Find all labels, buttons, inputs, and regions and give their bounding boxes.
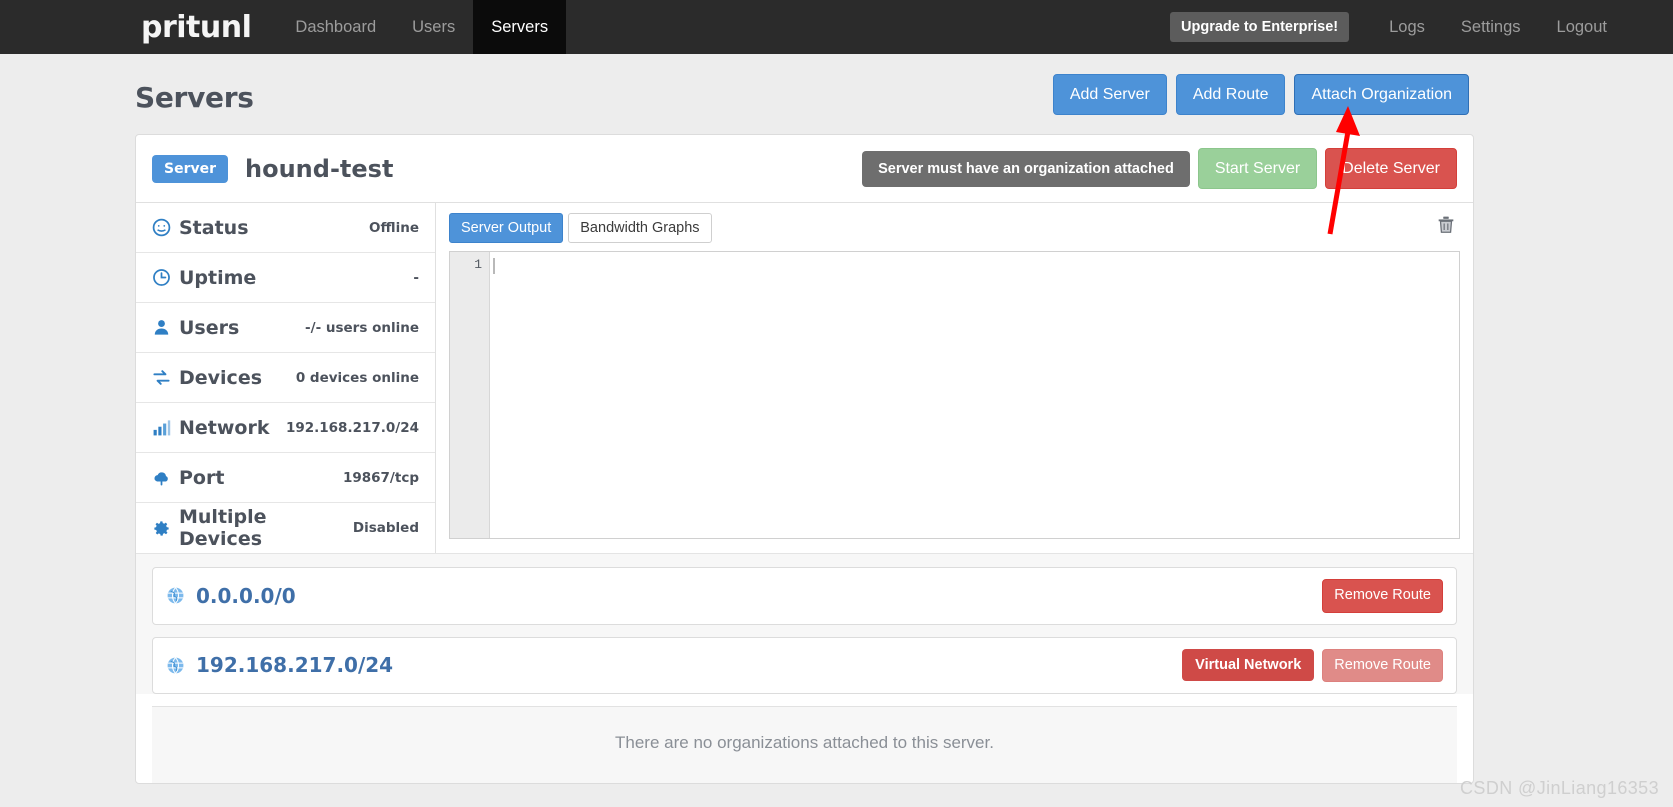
info-value-multiple-devices: Disabled <box>352 520 419 537</box>
route-network-label-0: 0.0.0.0/0 <box>196 583 296 608</box>
nav-link-servers[interactable]: Servers <box>473 0 567 54</box>
trash-icon[interactable] <box>1435 213 1457 235</box>
info-row-status: Status Offline <box>136 203 435 254</box>
remove-route-button-0[interactable]: Remove Route <box>1322 579 1443 613</box>
nav-link-logs[interactable]: Logs <box>1371 18 1443 37</box>
start-server-button[interactable]: Start Server <box>1197 148 1318 190</box>
editor-caret <box>493 258 495 275</box>
editor-line-numbers: 1 <box>450 252 490 539</box>
info-value-network: 192.168.217.0/24 <box>285 419 419 436</box>
signal-bars-icon <box>152 418 171 437</box>
info-value-port: 19867/tcp <box>342 469 419 486</box>
editor-content[interactable] <box>490 252 1459 538</box>
info-row-multiple-devices: Multiple Devices Disabled <box>136 503 435 553</box>
tab-bandwidth-graphs[interactable]: Bandwidth Graphs <box>568 213 712 244</box>
info-row-uptime: Uptime - <box>136 253 435 304</box>
info-value-devices: 0 devices online <box>295 369 419 386</box>
info-row-network: Network 192.168.217.0/24 <box>136 403 435 454</box>
info-row-users: Users -/- users online <box>136 303 435 354</box>
organizations-empty-message: There are no organizations attached to t… <box>152 705 1457 783</box>
route-network-1: 192.168.217.0/24 <box>166 653 393 677</box>
page-header: Servers Add Server Add Route Attach Orga… <box>0 54 1673 130</box>
info-label-port: Port <box>152 467 224 489</box>
output-tabs: Server Output Bandwidth Graphs <box>449 213 1460 244</box>
route-network-0: 0.0.0.0/0 <box>166 584 296 608</box>
info-label-status: Status <box>152 217 249 239</box>
cloud-upload-icon <box>152 468 171 487</box>
attach-organization-button[interactable]: Attach Organization <box>1294 74 1469 116</box>
info-label-devices: Devices <box>152 367 262 389</box>
clock-icon <box>152 268 171 287</box>
route-actions-1: Virtual Network Remove Route <box>1182 648 1443 682</box>
info-label-port-text: Port <box>179 466 225 489</box>
user-icon <box>152 318 171 337</box>
route-row: 192.168.217.0/24 Virtual Network Remove … <box>152 636 1457 694</box>
info-label-network-text: Network <box>179 416 270 439</box>
info-value-uptime: - <box>413 269 419 286</box>
info-label-users: Users <box>152 317 239 339</box>
globe-icon <box>166 586 185 605</box>
info-label-network: Network <box>152 417 269 439</box>
nav-link-users[interactable]: Users <box>394 0 473 54</box>
server-card-actions: Server must have an organization attache… <box>862 148 1457 190</box>
gear-icon <box>152 519 171 538</box>
server-card-header: Server hound-test Server must have an or… <box>136 135 1473 202</box>
info-value-status: Offline <box>369 219 419 236</box>
info-label-users-text: Users <box>179 316 240 339</box>
navbar-left-group: pritunl Dashboard Users Servers <box>0 0 567 54</box>
info-label-multiple-devices-text: Multiple Devices <box>179 506 267 551</box>
info-row-devices: Devices 0 devices online <box>136 353 435 404</box>
info-label-uptime: Uptime <box>152 267 256 289</box>
watermark: CSDN @JinLiang16353 <box>1460 778 1659 798</box>
pritunl-logo[interactable]: pritunl <box>141 0 277 54</box>
server-card: Server hound-test Server must have an or… <box>135 134 1474 784</box>
route-actions-0: Remove Route <box>1322 579 1443 613</box>
nav-link-settings[interactable]: Settings <box>1443 18 1539 37</box>
nav-link-logout[interactable]: Logout <box>1539 18 1625 37</box>
server-card-body: Status Offline Uptime - Users -/- users … <box>136 202 1473 554</box>
devices-exchange-icon <box>152 368 171 387</box>
delete-server-button[interactable]: Delete Server <box>1325 148 1457 190</box>
info-row-port: Port 19867/tcp <box>136 453 435 504</box>
server-alert-message: Server must have an organization attache… <box>862 150 1190 187</box>
route-network-label-1: 192.168.217.0/24 <box>196 653 394 678</box>
info-label-status-text: Status <box>179 216 249 239</box>
globe-icon <box>166 656 185 675</box>
info-label-multiple-devices: Multiple Devices <box>152 506 353 550</box>
info-label-uptime-text: Uptime <box>179 266 257 289</box>
info-label-devices-text: Devices <box>179 366 263 389</box>
navbar-right-group: Upgrade to Enterprise! Logs Settings Log… <box>1170 0 1673 54</box>
routes-list: 0.0.0.0/0 Remove Route 192.168.217.0/24 … <box>136 553 1473 694</box>
page-title: Servers <box>135 81 254 114</box>
remove-route-button-1[interactable]: Remove Route <box>1322 648 1443 682</box>
virtual-network-badge: Virtual Network <box>1182 649 1315 682</box>
top-navbar: pritunl Dashboard Users Servers Upgrade … <box>0 0 1673 54</box>
tab-server-output[interactable]: Server Output <box>449 213 564 244</box>
server-name: hound-test <box>245 154 394 183</box>
server-output-pane: Server Output Bandwidth Graphs 1 <box>436 203 1473 553</box>
add-route-button[interactable]: Add Route <box>1175 74 1286 116</box>
nav-link-dashboard[interactable]: Dashboard <box>277 0 394 54</box>
server-info-list: Status Offline Uptime - Users -/- users … <box>136 203 436 554</box>
page-action-buttons: Add Server Add Route Attach Organization <box>1052 74 1469 116</box>
server-output-editor[interactable]: 1 <box>449 251 1460 540</box>
app-root: pritunl Dashboard Users Servers Upgrade … <box>0 0 1673 807</box>
add-server-button[interactable]: Add Server <box>1052 74 1167 116</box>
route-row: 0.0.0.0/0 Remove Route <box>152 567 1457 625</box>
info-value-users: -/- users online <box>305 319 419 336</box>
server-type-badge: Server <box>152 154 229 183</box>
dashboard-status-icon <box>152 218 171 237</box>
upgrade-to-enterprise-button[interactable]: Upgrade to Enterprise! <box>1170 12 1350 42</box>
